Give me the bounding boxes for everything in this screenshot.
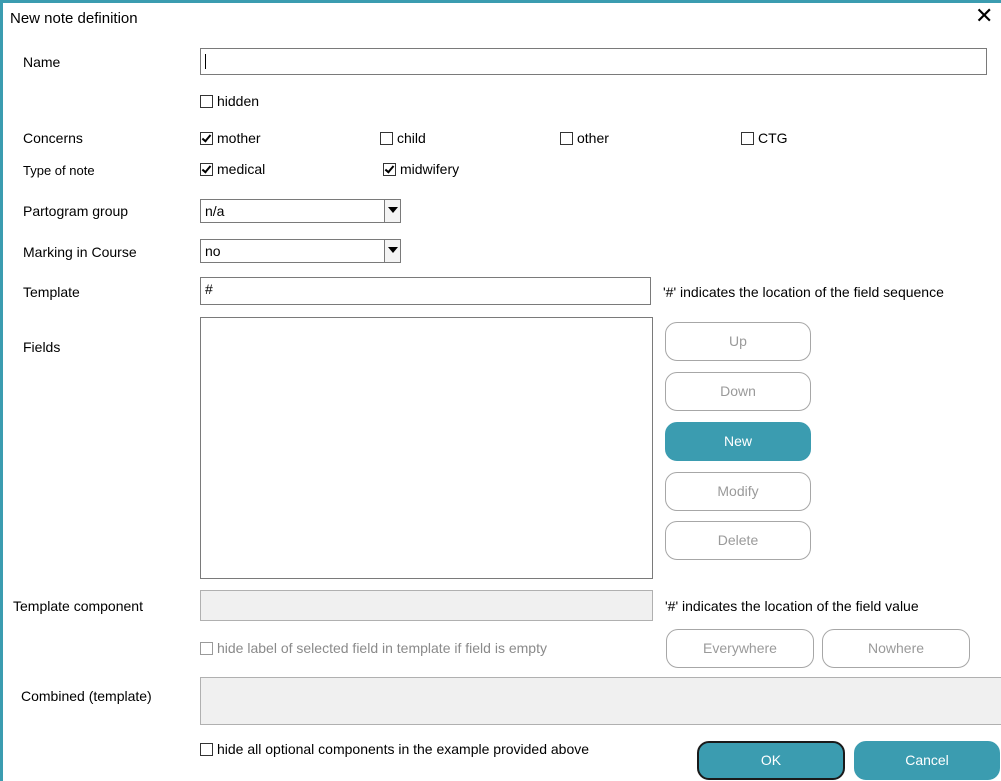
marking-in-course-value: no bbox=[205, 243, 221, 259]
hide-optional-checkbox-box[interactable] bbox=[200, 742, 213, 756]
marking-in-course-label: Marking in Course bbox=[23, 244, 137, 260]
template-hint: '#' indicates the location of the field … bbox=[663, 284, 944, 300]
type-midwifery-label: midwifery bbox=[400, 161, 460, 177]
delete-button[interactable]: Delete bbox=[665, 521, 811, 560]
concerns-mother-box[interactable] bbox=[200, 131, 213, 145]
type-of-note-label: Type of note bbox=[23, 163, 95, 178]
chevron-down-icon[interactable] bbox=[384, 240, 400, 262]
concerns-child-box[interactable] bbox=[380, 131, 393, 145]
concerns-ctg-checkbox[interactable]: CTG bbox=[741, 130, 788, 146]
dialog-title: New note definition bbox=[10, 10, 138, 27]
concerns-other-checkbox[interactable]: other bbox=[560, 130, 609, 146]
template-input[interactable]: # bbox=[200, 277, 651, 305]
concerns-ctg-box[interactable] bbox=[741, 131, 754, 145]
template-component-input[interactable] bbox=[200, 590, 653, 621]
fields-label: Fields bbox=[23, 339, 61, 355]
close-icon[interactable]: ✕ bbox=[975, 5, 993, 27]
type-medical-label: medical bbox=[217, 161, 266, 177]
hidden-checkbox-label: hidden bbox=[217, 93, 260, 109]
type-medical-box[interactable] bbox=[200, 162, 213, 176]
name-input[interactable] bbox=[200, 48, 987, 75]
concerns-mother-label: mother bbox=[217, 130, 261, 146]
everywhere-button[interactable]: Everywhere bbox=[666, 629, 814, 668]
chevron-down-icon[interactable] bbox=[384, 200, 400, 222]
concerns-child-checkbox[interactable]: child bbox=[380, 130, 426, 146]
hide-optional-checkbox-label: hide all optional components in the exam… bbox=[217, 741, 590, 757]
hidden-checkbox[interactable]: hidden bbox=[200, 93, 259, 109]
concerns-ctg-label: CTG bbox=[758, 130, 788, 146]
concerns-child-label: child bbox=[397, 130, 426, 146]
text-caret bbox=[205, 53, 206, 69]
type-midwifery-checkbox[interactable]: midwifery bbox=[383, 161, 459, 177]
concerns-mother-checkbox[interactable]: mother bbox=[200, 130, 261, 146]
hide-label-checkbox[interactable]: hide label of selected field in template… bbox=[200, 640, 547, 656]
type-medical-checkbox[interactable]: medical bbox=[200, 161, 265, 177]
modify-button[interactable]: Modify bbox=[665, 472, 811, 511]
hide-label-checkbox-label: hide label of selected field in template… bbox=[217, 640, 547, 656]
new-button[interactable]: New bbox=[665, 422, 811, 461]
hide-optional-checkbox[interactable]: hide all optional components in the exam… bbox=[200, 741, 589, 757]
concerns-other-label: other bbox=[577, 130, 609, 146]
partogram-group-select[interactable]: n/a bbox=[200, 199, 401, 223]
type-midwifery-box[interactable] bbox=[383, 162, 396, 176]
template-component-hint: '#' indicates the location of the field … bbox=[665, 598, 919, 614]
up-button[interactable]: Up bbox=[665, 322, 811, 361]
combined-label: Combined (template) bbox=[21, 688, 152, 704]
concerns-other-box[interactable] bbox=[560, 131, 573, 145]
concerns-label: Concerns bbox=[23, 130, 83, 146]
nowhere-button[interactable]: Nowhere bbox=[822, 629, 970, 668]
cancel-button[interactable]: Cancel bbox=[854, 741, 1000, 780]
marking-in-course-select[interactable]: no bbox=[200, 239, 401, 263]
name-label: Name bbox=[23, 54, 61, 70]
combined-template-field bbox=[200, 677, 1001, 725]
down-button[interactable]: Down bbox=[665, 372, 811, 411]
fields-listbox[interactable] bbox=[200, 317, 653, 579]
ok-button[interactable]: OK bbox=[697, 741, 845, 780]
hidden-checkbox-box[interactable] bbox=[200, 94, 213, 108]
partogram-group-value: n/a bbox=[205, 203, 225, 219]
template-label: Template bbox=[23, 284, 80, 300]
partogram-group-label: Partogram group bbox=[23, 203, 129, 219]
hide-label-checkbox-box[interactable] bbox=[200, 641, 213, 655]
template-component-label: Template component bbox=[13, 598, 143, 614]
